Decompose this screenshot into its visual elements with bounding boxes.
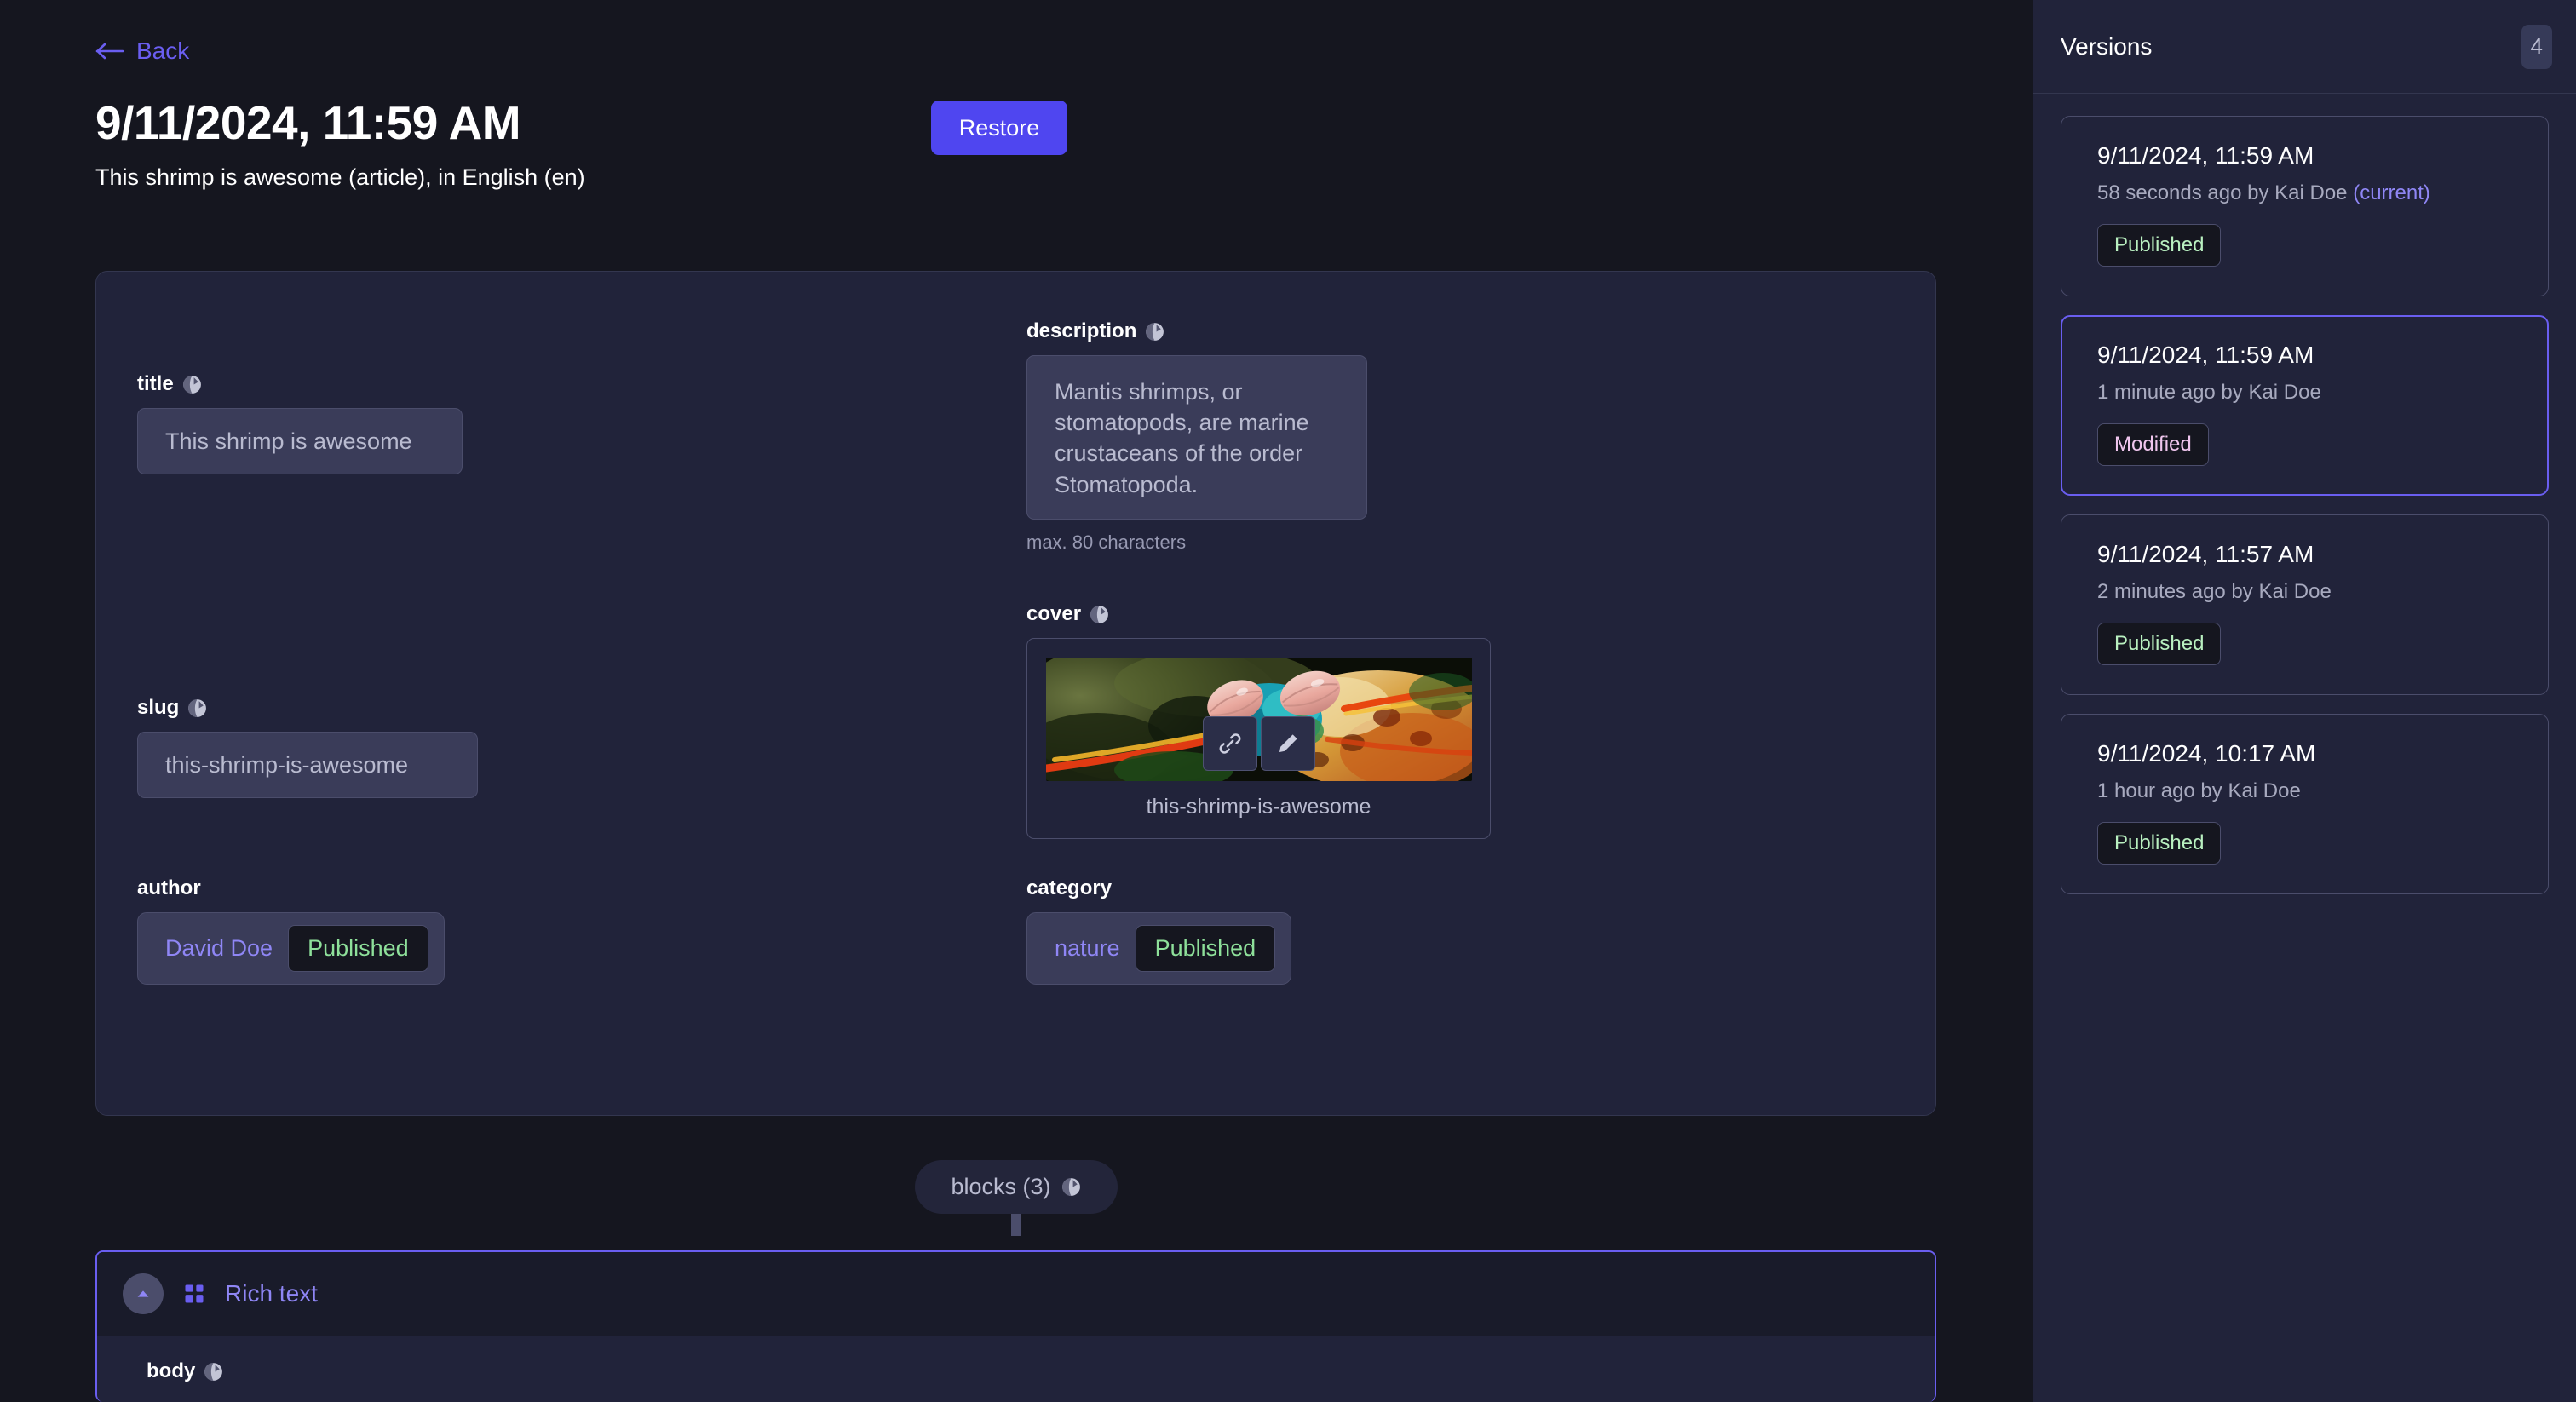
author-relationship[interactable]: David Doe Published <box>137 912 445 985</box>
cover-upload-box: this-shrimp-is-awesome <box>1026 638 1491 839</box>
field-description-hint: max. 80 characters <box>1026 531 1384 554</box>
version-meta-text: 58 seconds ago by Kai Doe <box>2097 181 2348 204</box>
restore-button[interactable]: Restore <box>931 101 1067 155</box>
version-date: 9/11/2024, 11:59 AM <box>2097 342 2512 369</box>
version-detail-page: Back 9/11/2024, 11:59 AM This shrimp is … <box>0 0 2576 1402</box>
back-label: Back <box>136 37 189 65</box>
field-category: category nature Published <box>1026 876 1291 985</box>
category-name[interactable]: nature <box>1043 935 1132 962</box>
field-title-label: title <box>137 372 478 396</box>
cover-caption: this-shrimp-is-awesome <box>1046 795 1471 819</box>
field-title-value[interactable]: This shrimp is awesome <box>137 408 463 474</box>
versions-panel-header: Versions 4 <box>2033 0 2576 94</box>
field-title-label-text: title <box>137 372 174 396</box>
version-date: 9/11/2024, 11:59 AM <box>2097 142 2512 170</box>
version-meta-text: 2 minutes ago by Kai Doe <box>2097 580 2332 603</box>
version-status-badge: Modified <box>2097 423 2209 466</box>
field-cover-label: cover <box>1026 602 1491 626</box>
versions-list: 9/11/2024, 11:59 AM 58 seconds ago by Ka… <box>2033 94 2576 894</box>
version-meta: 58 seconds ago by Kai Doe (current) <box>2097 181 2512 205</box>
main-content: Back 9/11/2024, 11:59 AM This shrimp is … <box>0 0 2033 1402</box>
field-description-value[interactable]: Mantis shrimps, or stomatopods, are mari… <box>1026 355 1367 520</box>
version-list-item[interactable]: 9/11/2024, 11:57 AM 2 minutes ago by Kai… <box>2061 514 2549 695</box>
blocks-pill[interactable]: blocks (3) <box>915 1160 1117 1214</box>
version-current-tag: (current) <box>2353 181 2430 204</box>
version-status-badge: Published <box>2097 224 2221 267</box>
version-list-item[interactable]: 9/11/2024, 10:17 AM 1 hour ago by Kai Do… <box>2061 714 2549 894</box>
block-card-rich-text: Rich text body <box>95 1250 1936 1402</box>
blocks-stem <box>1011 1214 1021 1236</box>
link-icon-button[interactable] <box>1203 716 1257 771</box>
page-title: 9/11/2024, 11:59 AM <box>95 95 520 150</box>
versions-title: Versions <box>2061 33 2152 60</box>
cover-thumbnail[interactable] <box>1046 658 1472 781</box>
globe-icon <box>181 374 203 395</box>
block-body: body <box>97 1336 1935 1402</box>
cover-thumbnail-actions <box>1203 716 1315 771</box>
field-description-label-text: description <box>1026 319 1136 343</box>
field-slug-label: slug <box>137 696 495 720</box>
back-link[interactable]: Back <box>95 37 189 65</box>
version-date: 9/11/2024, 11:57 AM <box>2097 541 2512 568</box>
category-relationship[interactable]: nature Published <box>1026 912 1291 985</box>
field-title: title This shrimp is awesome <box>137 372 478 474</box>
author-status-badge: Published <box>288 925 428 972</box>
field-cover: cover <box>1026 602 1491 839</box>
version-status-badge: Published <box>2097 623 2221 665</box>
field-body-label-text: body <box>147 1359 195 1383</box>
version-date: 9/11/2024, 10:17 AM <box>2097 740 2512 767</box>
version-status-badge: Published <box>2097 822 2221 865</box>
field-slug: slug this-shrimp-is-awesome <box>137 696 495 798</box>
block-header[interactable]: Rich text <box>97 1252 1935 1336</box>
versions-panel: Versions 4 9/11/2024, 11:59 AM 58 second… <box>2033 0 2576 1402</box>
version-list-item[interactable]: 9/11/2024, 11:59 AM 1 minute ago by Kai … <box>2061 315 2549 496</box>
pencil-icon <box>1275 731 1301 756</box>
version-meta-text: 1 minute ago by Kai Doe <box>2097 381 2321 404</box>
globe-icon <box>1144 321 1165 342</box>
category-status-badge: Published <box>1136 925 1276 972</box>
field-slug-label-text: slug <box>137 696 179 720</box>
field-description: description Mantis shrimps, or stomatopo… <box>1026 319 1384 554</box>
collapse-toggle-button[interactable] <box>123 1273 164 1314</box>
chevron-up-icon <box>134 1284 152 1303</box>
version-meta: 1 minute ago by Kai Doe <box>2097 381 2512 405</box>
author-name[interactable]: David Doe <box>153 935 285 962</box>
field-body-label: body <box>147 1359 1935 1383</box>
version-meta: 1 hour ago by Kai Doe <box>2097 779 2512 803</box>
block-type-label: Rich text <box>225 1280 318 1307</box>
versions-count-badge: 4 <box>2521 25 2552 69</box>
field-author-label: author <box>137 876 445 900</box>
field-description-label: description <box>1026 319 1384 343</box>
pencil-icon-button[interactable] <box>1261 716 1315 771</box>
globe-icon <box>203 1361 224 1382</box>
version-list-item[interactable]: 9/11/2024, 11:59 AM 58 seconds ago by Ka… <box>2061 116 2549 296</box>
globe-icon <box>1061 1176 1082 1198</box>
field-category-label: category <box>1026 876 1291 900</box>
globe-icon <box>187 698 208 719</box>
page-subtitle: This shrimp is awesome (article), in Eng… <box>95 164 585 191</box>
grid-icon <box>182 1282 206 1306</box>
blocks-pill-label: blocks (3) <box>951 1174 1050 1200</box>
field-author: author David Doe Published <box>137 876 445 985</box>
field-cover-label-text: cover <box>1026 602 1081 626</box>
version-meta-text: 1 hour ago by Kai Doe <box>2097 779 2301 802</box>
globe-icon <box>1089 604 1110 625</box>
fields-panel: title This shrimp is awesome slug <box>95 271 1936 1116</box>
link-icon <box>1217 731 1243 756</box>
arrow-left-icon <box>95 42 124 60</box>
version-meta: 2 minutes ago by Kai Doe <box>2097 580 2512 604</box>
blocks-divider: blocks (3) <box>0 1160 2033 1236</box>
field-slug-value[interactable]: this-shrimp-is-awesome <box>137 732 478 798</box>
